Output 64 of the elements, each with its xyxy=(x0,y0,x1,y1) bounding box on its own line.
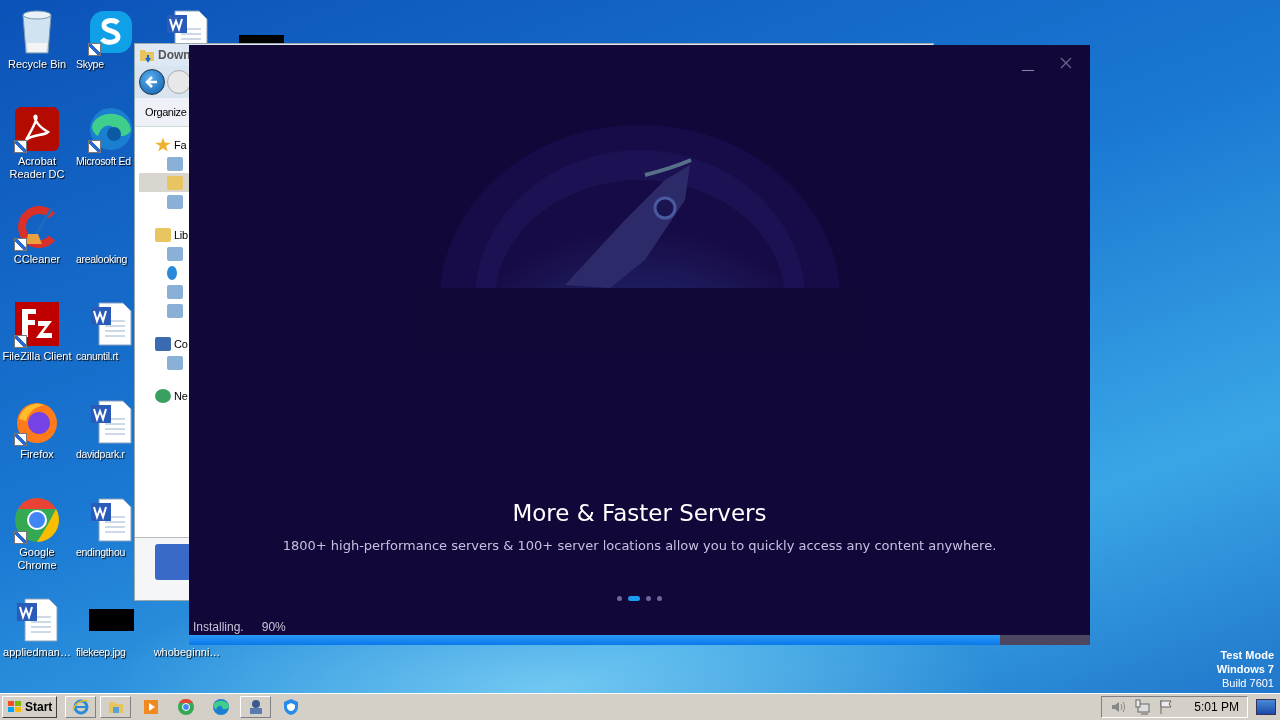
taskbar-app-button[interactable] xyxy=(100,696,132,718)
network-icon[interactable] xyxy=(1134,699,1151,715)
back-arrow-icon xyxy=(145,75,159,89)
desktop-icon-label[interactable]: Skype xyxy=(76,58,104,71)
desktop-icon-label[interactable]: Recycle Bin xyxy=(7,58,67,71)
nav-item[interactable]: Ne xyxy=(174,389,188,402)
test-mode-text: Windows 7 xyxy=(1216,662,1274,676)
organize-menu[interactable]: Organize xyxy=(145,106,187,118)
skype-icon xyxy=(88,9,134,55)
chrome-icon xyxy=(176,698,195,716)
chrome-icon xyxy=(14,497,60,543)
install-status: Installing. xyxy=(193,620,244,634)
shield-icon xyxy=(281,698,300,716)
box-icon xyxy=(155,544,191,580)
speaker-icon[interactable] xyxy=(1110,699,1127,715)
filezilla-icon xyxy=(14,301,60,347)
word-document-icon xyxy=(15,597,59,643)
desktop-icon-label[interactable]: endingthou xyxy=(76,546,125,559)
folder-icon xyxy=(139,47,155,63)
window-title: Down xyxy=(158,48,191,62)
clock[interactable]: 5:01 PM xyxy=(1194,700,1239,714)
test-mode-text: Build 7601 xyxy=(1222,676,1274,690)
network-icon xyxy=(155,388,171,403)
desktop-icon-label[interactable]: arealooking xyxy=(76,253,127,266)
nav-item[interactable]: Fa xyxy=(174,138,187,151)
word-document-icon xyxy=(89,497,133,543)
desktop-icon-label[interactable]: appliedman… xyxy=(3,646,71,659)
desktop-icon-label[interactable]: canuntil.rt xyxy=(76,350,119,363)
nav-item[interactable]: Co xyxy=(174,337,188,350)
desktop-icon-label[interactable]: Firefox xyxy=(20,448,54,461)
edge-icon xyxy=(88,106,134,152)
page-dot[interactable] xyxy=(646,596,651,601)
taskbar-app-button[interactable] xyxy=(65,696,97,718)
word-document-icon xyxy=(89,301,133,347)
pdf-reader-icon xyxy=(14,106,60,152)
desktop-icon-label[interactable]: filekeep.jpg xyxy=(76,646,126,659)
forward-button[interactable] xyxy=(167,70,191,94)
internet-explorer-icon xyxy=(71,698,90,716)
desktop-icon-label[interactable]: Acrobat Reader DC xyxy=(9,155,65,181)
flag-icon[interactable] xyxy=(1158,699,1175,715)
show-desktop-icon[interactable] xyxy=(1256,699,1276,715)
libraries-icon xyxy=(155,227,171,242)
install-percent: 90% xyxy=(261,620,286,634)
desktop-icon-label[interactable]: FileZilla Client xyxy=(2,350,72,363)
desktop-icon-label[interactable]: davidpark.r xyxy=(76,448,125,461)
nav-item[interactable]: Lib xyxy=(174,228,188,241)
computer-icon xyxy=(155,336,171,351)
windows-logo-icon xyxy=(7,700,23,714)
slide-title: More & Faster Servers xyxy=(512,500,767,526)
slide-description: 1800+ high-performance servers & 100+ server locations allow you to quickly access any content anywhere. xyxy=(282,538,997,553)
desktop-icon-label[interactable]: whobeginni… xyxy=(153,646,221,659)
desktop-icon-label[interactable]: Microsoft Ed xyxy=(76,155,131,168)
word-document-icon xyxy=(89,399,133,445)
page-dot[interactable] xyxy=(657,596,662,601)
back-button[interactable] xyxy=(139,69,165,95)
start-button[interactable]: Start xyxy=(2,696,58,718)
desktop-icon-label[interactable]: Google Chrome xyxy=(17,546,57,572)
test-mode-text: Test Mode xyxy=(1220,648,1274,662)
edge-icon xyxy=(211,698,230,716)
image-thumbnail xyxy=(88,609,134,631)
desktop-icon-label[interactable]: CCleaner xyxy=(13,253,61,266)
page-dot[interactable] xyxy=(617,596,622,601)
media-player-icon xyxy=(141,698,160,716)
taskbar-app-button[interactable] xyxy=(240,696,272,718)
